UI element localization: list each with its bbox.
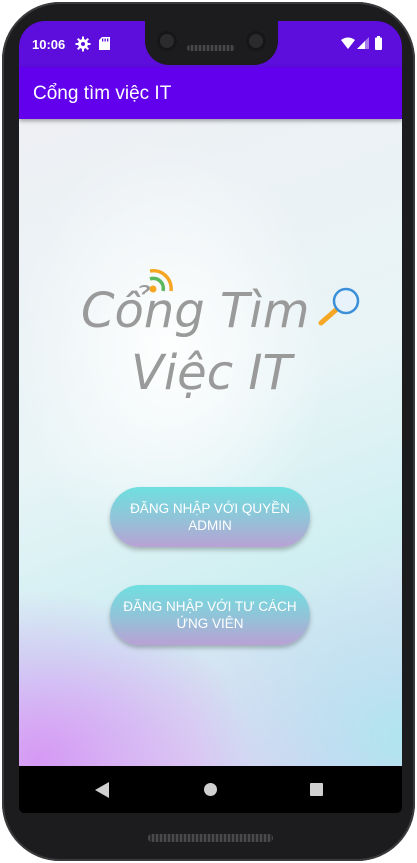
settings-icon bbox=[75, 36, 91, 52]
status-bar: 10:06 bbox=[19, 21, 402, 67]
admin-login-button[interactable]: ĐĂNG NHẬP VỚI QUYỀN ADMIN bbox=[110, 487, 310, 547]
bottom-speaker bbox=[148, 834, 273, 842]
phone-frame: 10:06 Cổng tìm việc IT Cổng Tìm Việc IT … bbox=[2, 2, 415, 861]
status-time: 10:06 bbox=[32, 37, 66, 52]
signal-icon bbox=[357, 37, 369, 49]
earpiece-speaker bbox=[187, 45, 235, 51]
main-content: Cổng Tìm Việc IT ĐĂNG NHẬP VỚI QUYỀN ADM… bbox=[19, 119, 402, 766]
app-logo: Cổng Tìm Việc IT bbox=[81, 268, 360, 401]
candidate-login-button[interactable]: ĐĂNG NHẬP VỚI TƯ CÁCH ỨNG VIÊN bbox=[110, 585, 310, 645]
home-icon[interactable] bbox=[204, 783, 217, 796]
magnifier-icon bbox=[318, 287, 360, 326]
sd-card-icon bbox=[99, 37, 110, 50]
logo-line-2: Việc IT bbox=[131, 345, 296, 401]
camera-notch bbox=[145, 21, 278, 65]
app-bar: Cổng tìm việc IT bbox=[19, 67, 402, 119]
front-camera bbox=[246, 31, 266, 51]
screen: 10:06 Cổng tìm việc IT Cổng Tìm Việc IT … bbox=[19, 21, 402, 813]
navigation-bar bbox=[19, 766, 402, 813]
logo-line-1: Cổng Tìm bbox=[81, 283, 309, 339]
back-icon[interactable] bbox=[95, 782, 109, 798]
recents-icon[interactable] bbox=[310, 783, 323, 796]
app-title: Cổng tìm việc IT bbox=[33, 83, 172, 104]
wifi-icon bbox=[341, 37, 355, 49]
front-camera bbox=[157, 31, 177, 51]
battery-icon bbox=[375, 36, 382, 50]
